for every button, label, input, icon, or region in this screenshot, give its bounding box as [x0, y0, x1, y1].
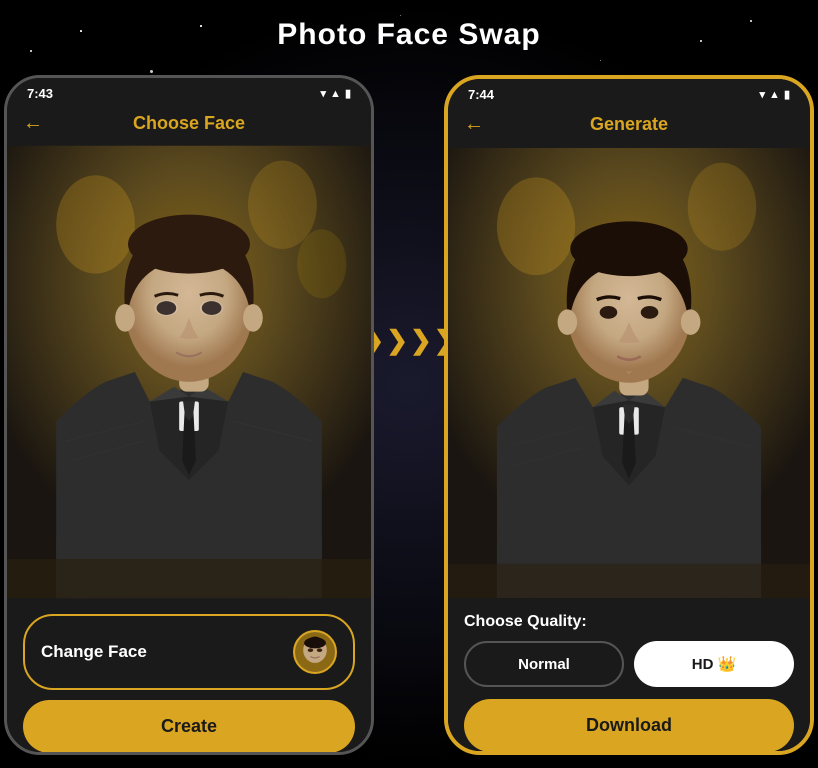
- change-face-label: Change Face: [41, 642, 147, 662]
- create-button[interactable]: Create: [23, 700, 355, 753]
- left-phone: 7:43 ▾ ▲ ▮ ← Choose Face: [4, 75, 374, 755]
- phone-bottom-right: Choose Quality: Normal HD 👑 Download: [448, 603, 810, 755]
- nav-title-right: Generate: [590, 114, 668, 135]
- time-left: 7:43: [27, 86, 53, 101]
- page-title: Photo Face Swap: [0, 18, 818, 52]
- back-button-right[interactable]: ←: [464, 113, 484, 136]
- man-photo-right: [448, 143, 810, 603]
- wifi-icon: ▲: [330, 88, 341, 100]
- time-right: 7:44: [468, 87, 494, 102]
- status-bar-left: 7:43 ▾ ▲ ▮: [7, 78, 371, 105]
- arrow-3: ❯: [410, 325, 432, 356]
- nav-bar-left: ← Choose Face: [7, 105, 371, 142]
- status-bar-right: 7:44 ▾ ▲ ▮: [448, 79, 810, 106]
- quality-label: Choose Quality:: [464, 613, 794, 631]
- arrow-2: ❯: [386, 325, 408, 356]
- download-button[interactable]: Download: [464, 699, 794, 752]
- quality-options: Normal HD 👑: [464, 641, 794, 687]
- change-face-button[interactable]: Change Face: [23, 614, 355, 690]
- arrow-container: ❯ ❯ ❯ ❯: [374, 325, 444, 356]
- nav-bar-right: ← Generate: [448, 106, 810, 143]
- battery-icon-right: ▮: [784, 88, 790, 101]
- status-icons-left: ▾ ▲ ▮: [321, 87, 351, 100]
- right-phone: 7:44 ▾ ▲ ▮ ← Generate: [444, 75, 814, 755]
- quality-hd-button[interactable]: HD 👑: [634, 641, 794, 687]
- photo-area-right: [448, 143, 810, 603]
- signal-icon: ▾: [321, 87, 327, 100]
- man-photo-left: [7, 142, 371, 602]
- phone-bottom-left: Change Face Create: [7, 602, 371, 755]
- battery-icon: ▮: [345, 87, 351, 100]
- signal-icon-right: ▾: [760, 88, 766, 101]
- status-icons-right: ▾ ▲ ▮: [760, 88, 790, 101]
- back-button-left[interactable]: ←: [23, 112, 43, 135]
- photo-area-left: [7, 142, 371, 602]
- nav-title-left: Choose Face: [133, 113, 245, 134]
- face-thumbnail: [293, 630, 337, 674]
- arrows: ❯ ❯ ❯ ❯: [362, 325, 455, 356]
- quality-normal-button[interactable]: Normal: [464, 641, 624, 687]
- wifi-icon-right: ▲: [769, 89, 780, 101]
